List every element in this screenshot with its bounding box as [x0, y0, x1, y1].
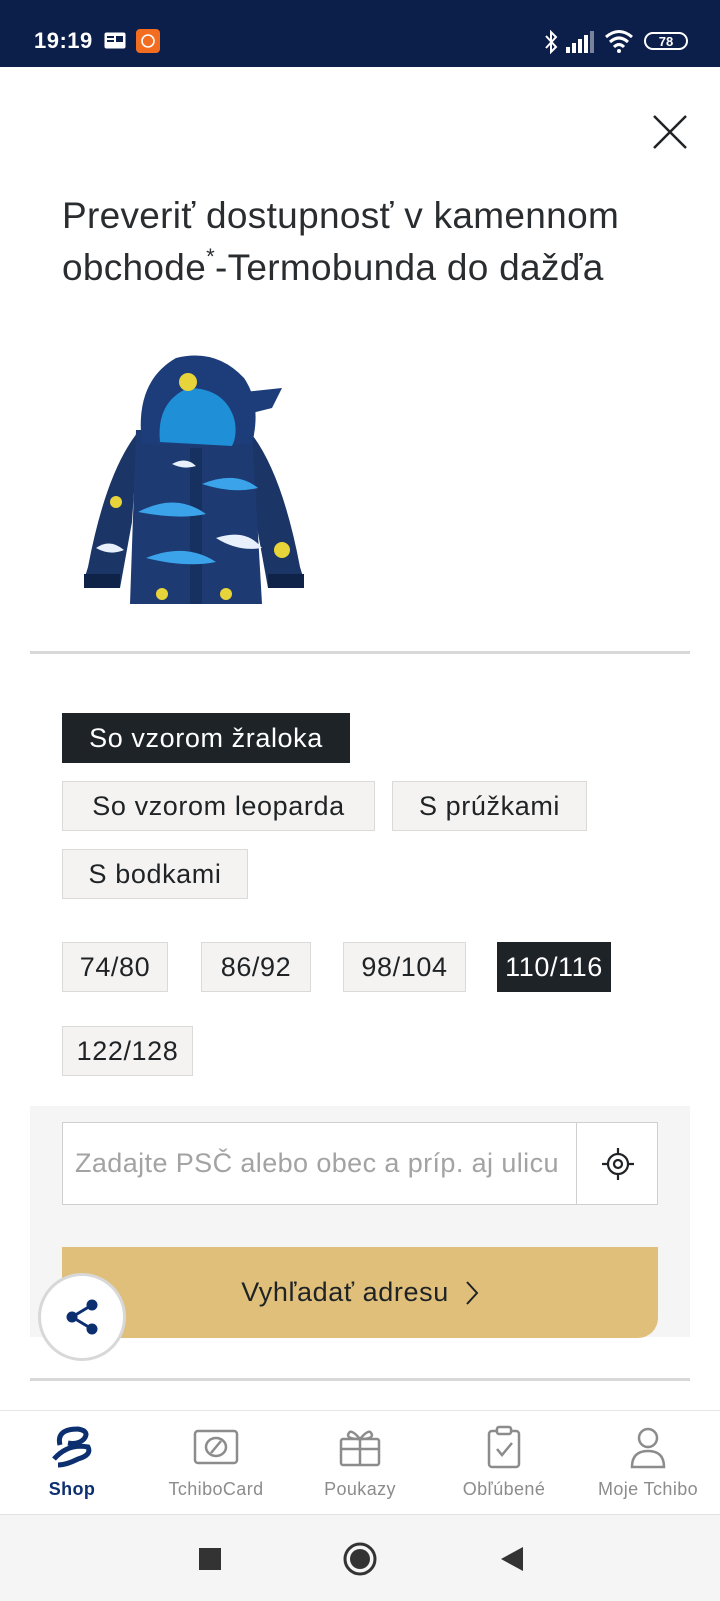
- share-button[interactable]: [38, 1273, 126, 1361]
- tchibo-logo-icon: [52, 1426, 92, 1468]
- size-option-74-80[interactable]: 74/80: [62, 942, 168, 992]
- nav-label-shop: Shop: [48, 1479, 96, 1499]
- home-circle-icon: [343, 1542, 377, 1576]
- close-icon: [653, 115, 687, 149]
- wifi-icon: [605, 30, 633, 53]
- card-icon: [193, 1429, 239, 1465]
- size-option-122-128[interactable]: 122/128: [62, 1026, 193, 1076]
- chevron-right-icon: [466, 1280, 479, 1305]
- nav-item-tchibocard[interactable]: TchiboCard: [144, 1411, 288, 1515]
- gallery-icon: [104, 32, 126, 49]
- close-button[interactable]: [650, 112, 690, 152]
- divider-top: [30, 651, 690, 654]
- recents-button[interactable]: [188, 1537, 232, 1581]
- size-option-86-92[interactable]: 86/92: [201, 942, 311, 992]
- dialog-title: Preveriť dostupnosť v kamennom obchode*-…: [62, 190, 682, 294]
- title-asterisk: *: [206, 244, 215, 269]
- bluetooth-icon: [545, 29, 558, 55]
- user-icon: [630, 1427, 666, 1469]
- status-bar: 19:19 78: [0, 0, 720, 67]
- size-option-98-104[interactable]: 98/104: [343, 942, 466, 992]
- signal-icon: [566, 31, 594, 53]
- nav-label-oblubene: Obľúbené: [462, 1479, 546, 1499]
- nav-label-tchibocard: TchiboCard: [168, 1479, 264, 1499]
- title-product: -Termobunda do dažďa: [214, 247, 604, 288]
- battery-icon: 78: [644, 32, 688, 50]
- search-button-label: Vyhľadať adresu: [241, 1277, 449, 1307]
- pattern-option-dots[interactable]: S bodkami: [62, 849, 248, 899]
- search-address-button[interactable]: Vyhľadať adresu: [62, 1247, 658, 1338]
- divider-bottom: [30, 1378, 690, 1381]
- locate-me-button[interactable]: [576, 1123, 658, 1204]
- product-image: [84, 355, 304, 604]
- nav-item-shop[interactable]: Shop: [0, 1411, 144, 1515]
- gift-icon: [339, 1430, 381, 1467]
- nav-item-poukazy[interactable]: Poukazy: [288, 1411, 432, 1515]
- square-icon: [199, 1548, 221, 1570]
- status-time: 19:19: [34, 28, 93, 53]
- home-button[interactable]: [338, 1537, 382, 1581]
- search-box: [62, 1122, 658, 1205]
- nav-item-moje-tchibo[interactable]: Moje Tchibo: [576, 1411, 720, 1515]
- bottom-nav: Shop TchiboCard Poukazy Obľúbené Moje Tc…: [0, 1410, 720, 1515]
- nav-item-oblubene[interactable]: Obľúbené: [432, 1411, 576, 1515]
- pattern-option-shark[interactable]: So vzorom žraloka: [62, 713, 350, 763]
- nav-label-moje-tchibo: Moje Tchibo: [597, 1479, 699, 1499]
- share-icon: [66, 1299, 98, 1335]
- mi-app-icon: [136, 29, 160, 53]
- back-triangle-icon: [501, 1547, 523, 1571]
- battery-level: 78: [658, 33, 674, 49]
- clipboard-check-icon: [487, 1425, 521, 1469]
- nav-label-poukazy: Poukazy: [324, 1479, 396, 1499]
- address-search-input[interactable]: [63, 1123, 575, 1204]
- size-option-110-116[interactable]: 110/116: [497, 942, 611, 992]
- pattern-option-leopard[interactable]: So vzorom leoparda: [62, 781, 375, 831]
- back-button[interactable]: [490, 1537, 534, 1581]
- system-nav-bar: [0, 1514, 720, 1601]
- pattern-option-stripes[interactable]: S prúžkami: [392, 781, 587, 831]
- crosshair-icon: [601, 1147, 634, 1180]
